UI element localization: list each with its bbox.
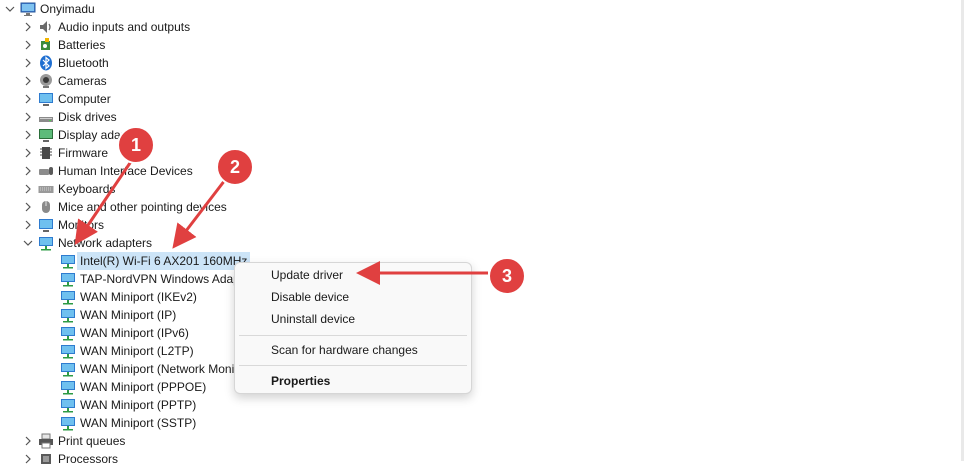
network-icon: [61, 417, 75, 431]
chevron-down-icon[interactable]: [22, 234, 34, 252]
adapter-wan-pptp[interactable]: WAN Miniport (PPTP): [60, 396, 196, 414]
monitor-icon: [39, 219, 53, 232]
category-audio[interactable]: Audio inputs and outputs: [22, 18, 190, 36]
network-icon: [61, 381, 75, 395]
network-icon: [61, 399, 75, 413]
chevron-right-icon[interactable]: [22, 72, 34, 90]
svg-text:2: 2: [230, 157, 240, 177]
adapter-wan-ip[interactable]: WAN Miniport (IP): [60, 306, 176, 324]
battery-icon: [41, 38, 50, 50]
chevron-right-icon[interactable]: [22, 18, 34, 36]
network-icon: [61, 363, 75, 377]
chevron-right-icon[interactable]: [22, 108, 34, 126]
chevron-right-icon[interactable]: [22, 216, 34, 234]
printer-icon: [39, 433, 53, 449]
chevron-right-icon[interactable]: [22, 198, 34, 216]
chevron-right-icon[interactable]: [22, 90, 34, 108]
category-firmware[interactable]: Firmware: [22, 144, 108, 162]
network-icon: [61, 291, 75, 305]
hid-icon: [39, 167, 53, 175]
category-disk-drives[interactable]: Disk drives: [22, 108, 117, 126]
adapter-wan-ikev2[interactable]: WAN Miniport (IKEv2): [60, 288, 197, 306]
menu-separator: [239, 335, 467, 336]
computer-icon: [20, 2, 36, 16]
menu-separator: [239, 365, 467, 366]
disable-device-menu-item[interactable]: Disable device: [235, 286, 471, 308]
category-processors[interactable]: Processors: [22, 450, 118, 468]
mouse-icon: [42, 201, 50, 213]
display-adapter-icon: [39, 129, 53, 142]
chevron-right-icon[interactable]: [22, 144, 34, 162]
adapter-wan-ipv6[interactable]: WAN Miniport (IPv6): [60, 324, 189, 342]
network-icon: [39, 237, 53, 251]
tree-root[interactable]: Onyimadu: [4, 0, 95, 18]
camera-icon: [40, 74, 52, 88]
category-keyboards[interactable]: Keyboards: [22, 180, 115, 198]
monitor-icon: [39, 93, 53, 106]
adapter-wan-pppoe[interactable]: WAN Miniport (PPPOE): [60, 378, 206, 396]
speaker-icon: [40, 21, 51, 33]
category-display-adapters[interactable]: Display adapters: [22, 126, 147, 144]
adapter-wan-sstp[interactable]: WAN Miniport (SSTP): [60, 414, 196, 432]
properties-menu-item[interactable]: Properties: [235, 370, 471, 392]
chevron-right-icon[interactable]: [22, 450, 34, 468]
chip-icon: [40, 147, 52, 159]
category-bluetooth[interactable]: Bluetooth: [22, 54, 109, 72]
network-icon: [61, 273, 75, 287]
category-monitors[interactable]: Monitors: [22, 216, 104, 234]
chevron-down-icon[interactable]: [4, 0, 16, 18]
keyboard-icon: [38, 186, 54, 193]
scan-hardware-menu-item[interactable]: Scan for hardware changes: [235, 339, 471, 361]
callout-badge-3: 3: [488, 257, 526, 295]
svg-text:3: 3: [502, 266, 512, 286]
chevron-right-icon[interactable]: [22, 126, 34, 144]
adapter-intel-wifi[interactable]: Intel(R) Wi-Fi 6 AX201 160MHz: [60, 252, 251, 270]
category-computer[interactable]: Computer: [22, 90, 111, 108]
network-icon: [61, 255, 75, 269]
root-label: Onyimadu: [40, 2, 95, 16]
network-icon: [61, 309, 75, 323]
category-cameras[interactable]: Cameras: [22, 72, 107, 90]
category-mice[interactable]: Mice and other pointing devices: [22, 198, 227, 216]
context-menu: Update driver Disable device Uninstall d…: [234, 262, 472, 394]
category-network-adapters[interactable]: Network adapters: [22, 234, 152, 252]
chevron-right-icon[interactable]: [22, 162, 34, 180]
processor-icon: [41, 454, 51, 464]
adapter-wan-network-monitor[interactable]: WAN Miniport (Network Monitor): [60, 360, 252, 378]
chevron-right-icon[interactable]: [22, 54, 34, 72]
chevron-right-icon[interactable]: [22, 432, 34, 450]
update-driver-menu-item[interactable]: Update driver: [235, 264, 471, 286]
category-hid[interactable]: Human Interface Devices: [22, 162, 193, 180]
chevron-right-icon[interactable]: [22, 180, 34, 198]
disk-icon: [39, 117, 53, 122]
callout-badge-2: 2: [216, 148, 254, 186]
category-print-queues[interactable]: Print queues: [22, 432, 125, 450]
category-batteries[interactable]: Batteries: [22, 36, 105, 54]
network-icon: [61, 345, 75, 359]
bluetooth-icon: [40, 55, 52, 71]
network-icon: [61, 327, 75, 341]
uninstall-device-menu-item[interactable]: Uninstall device: [235, 308, 471, 330]
adapter-wan-l2tp[interactable]: WAN Miniport (L2TP): [60, 342, 194, 360]
chevron-right-icon[interactable]: [22, 36, 34, 54]
